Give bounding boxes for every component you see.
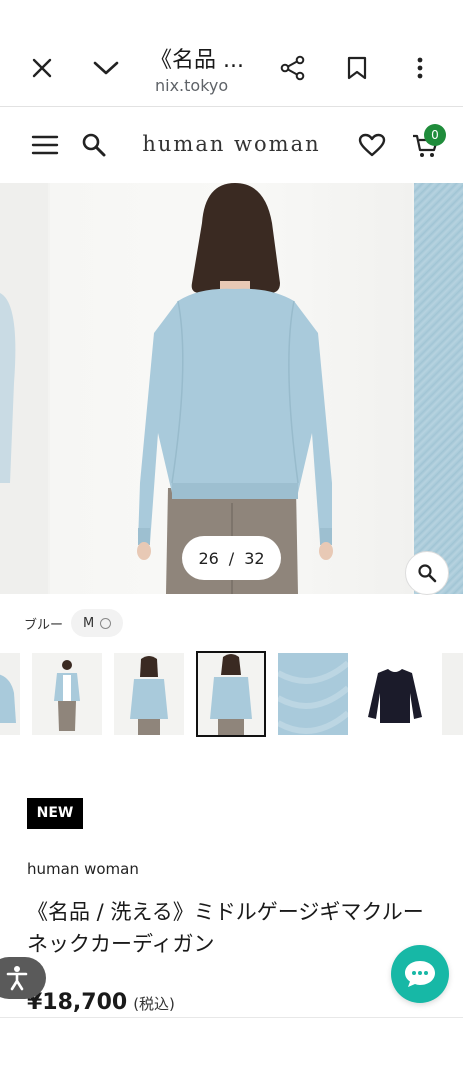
new-badge: NEW (27, 798, 83, 829)
product-price: ¥18,700 (27, 990, 128, 1015)
site-header: human woman (0, 107, 463, 183)
zoom-button[interactable] (405, 551, 449, 595)
pager-total: 32 (244, 548, 265, 568)
price-row: ¥18,700 (税込) (27, 990, 175, 1015)
bookmark-icon[interactable] (337, 48, 377, 88)
previous-image-peek[interactable] (0, 183, 48, 594)
chat-icon (405, 961, 435, 987)
thumbnail-active[interactable] (196, 651, 266, 737)
heart-icon[interactable] (357, 131, 387, 159)
size-chip[interactable]: M (71, 609, 124, 637)
thumbnail[interactable] (32, 653, 102, 735)
chat-button[interactable] (391, 945, 449, 1003)
next-image-peek[interactable] (414, 183, 463, 594)
site-logo[interactable]: human woman (0, 132, 463, 156)
product-title: 《名品 / 洗える》ミドルゲージギマクルーネックカーディガン (27, 900, 424, 956)
stock-circle-icon (100, 617, 112, 629)
thumbnail[interactable] (442, 653, 463, 735)
product-image-carousel[interactable] (0, 183, 463, 594)
pager-separator: / (228, 548, 235, 568)
accessibility-button[interactable] (0, 957, 46, 999)
size-label: M (83, 615, 95, 631)
thumbnail[interactable] (114, 653, 184, 735)
thumbnail[interactable] (278, 653, 348, 735)
zoom-icon (418, 564, 437, 583)
thumbnail-strip (0, 651, 463, 737)
main-product-image[interactable] (50, 183, 412, 594)
accessibility-icon (6, 966, 28, 991)
pager-current: 26 (198, 548, 219, 568)
share-icon[interactable] (273, 48, 313, 88)
thumbnail[interactable] (0, 653, 20, 735)
image-pager: 26 / 32 (182, 536, 281, 580)
thumbnail[interactable] (360, 653, 430, 735)
cart-count-badge: 0 (424, 124, 446, 146)
divider (0, 1017, 463, 1018)
color-label: ブルー (24, 617, 64, 633)
more-vert-icon[interactable] (400, 48, 440, 88)
chevron-down-icon[interactable] (86, 48, 126, 88)
tax-note: (税込) (133, 995, 175, 1013)
browser-url[interactable]: nix.tokyo (155, 76, 228, 95)
browser-toolbar: 《名品 ... nix.tokyo (0, 0, 463, 107)
variant-row: ブルー M (24, 609, 124, 637)
close-icon[interactable] (22, 48, 62, 88)
product-brand[interactable]: human woman (27, 860, 139, 878)
